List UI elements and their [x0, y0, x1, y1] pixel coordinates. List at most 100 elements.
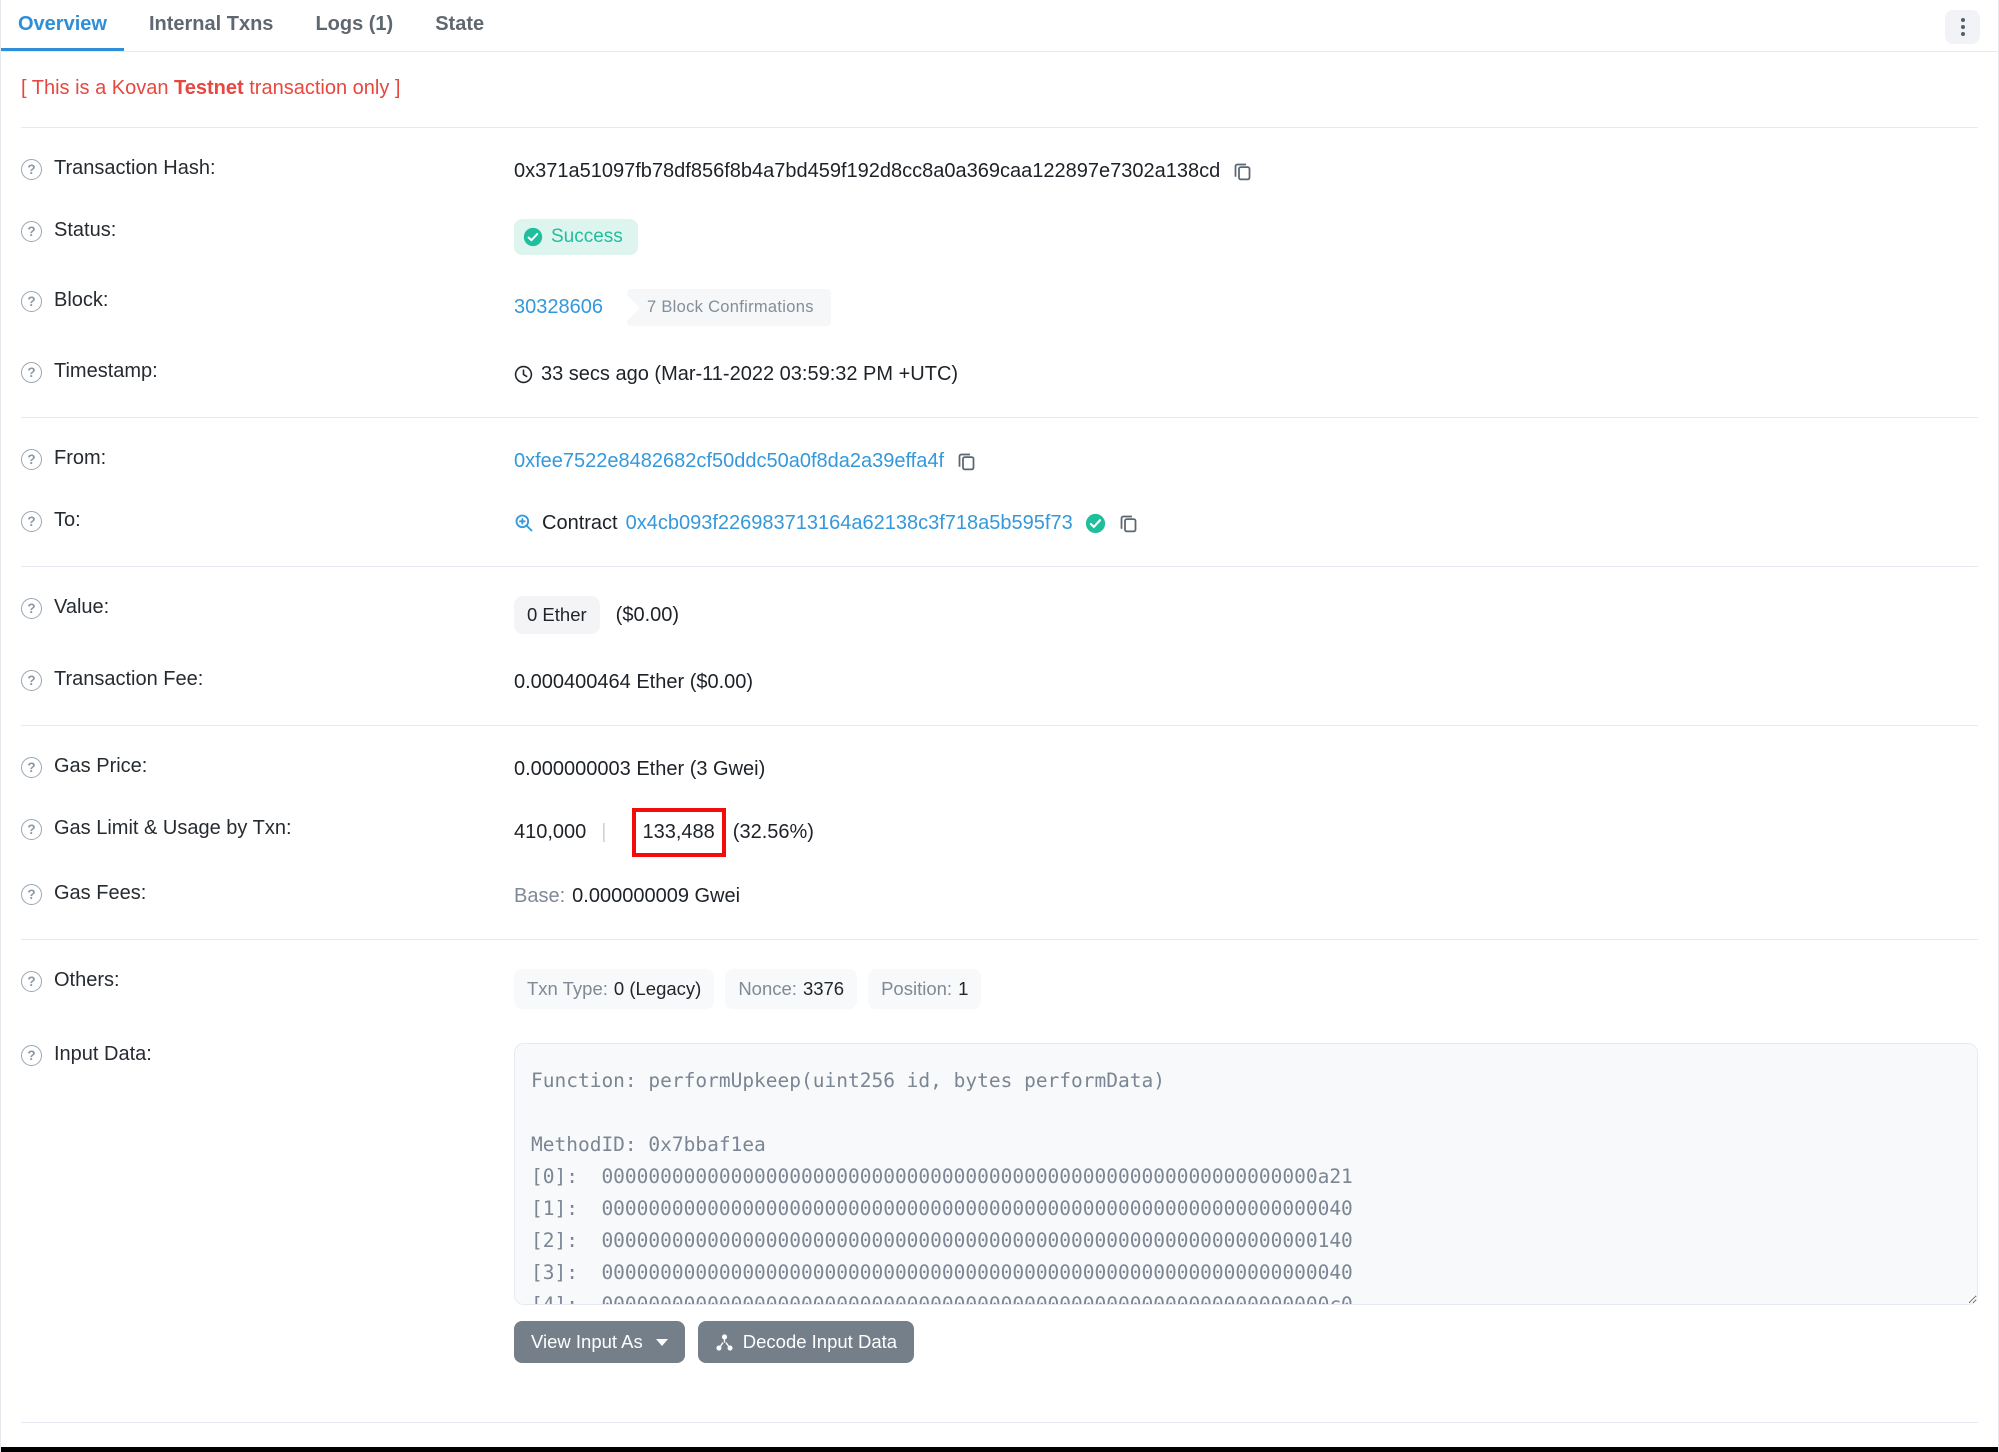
tab-overview[interactable]: Overview	[1, 0, 124, 51]
transaction-hash-value: 0x371a51097fb78df856f8b4a7bd459f192d8cc8…	[514, 159, 1221, 182]
row-label-text: To:	[54, 509, 81, 531]
input-data-actions: View Input As Decode Input Data	[514, 1321, 1978, 1363]
transaction-fee-value: 0.000400464 Ether ($0.00)	[514, 670, 754, 693]
verified-check-icon	[1085, 513, 1105, 533]
base-fee-value: 0.000000009 Gwei	[572, 884, 741, 907]
help-icon[interactable]	[21, 221, 42, 242]
testnet-notice: [ This is a Kovan Testnet transaction on…	[21, 77, 1978, 100]
help-icon[interactable]	[21, 449, 42, 470]
copy-icon	[1234, 163, 1251, 180]
row-timestamp: Timestamp: 33 secs ago (Mar-11-2022 03:5…	[21, 343, 1978, 405]
nonce-badge: Nonce: 3376	[725, 969, 858, 1009]
badge-value: 1	[958, 978, 969, 999]
help-icon[interactable]	[21, 670, 42, 691]
help-icon[interactable]	[21, 971, 42, 992]
timestamp-value: 33 secs ago (Mar-11-2022 03:59:32 PM +UT…	[541, 362, 959, 385]
section-value: Value: 0 Ether ($0.00) Transaction Fee: …	[21, 567, 1978, 725]
tab-logs[interactable]: Logs (1)	[298, 0, 410, 51]
tab-state[interactable]: State	[418, 0, 501, 51]
row-others: Others: Txn Type:0 (Legacy) Nonce:3376 P…	[21, 952, 1978, 1026]
row-label-text: Block:	[54, 289, 109, 311]
gas-usage-value: 133,488	[642, 821, 715, 843]
copy-icon	[958, 453, 975, 470]
section-parties: From: 0xfee7522e8482682cf50ddc50a0f8da2a…	[21, 418, 1978, 566]
badge-value: 3376	[802, 978, 845, 999]
overview-content: [ This is a Kovan Testnet transaction on…	[1, 77, 1998, 1423]
status-badge: Success	[514, 219, 638, 255]
help-icon[interactable]	[21, 884, 42, 905]
badge-label: Nonce:	[738, 978, 797, 999]
section-gas: Gas Price: 0.000000003 Ether (3 Gwei) Ga…	[21, 726, 1978, 939]
button-label: View Input As	[531, 1331, 643, 1352]
check-circle-icon	[523, 227, 543, 247]
view-input-as-button[interactable]: View Input As	[514, 1321, 685, 1363]
section-summary: Transaction Hash: 0x371a51097fb78df856f8…	[21, 128, 1978, 417]
copy-to-button[interactable]	[1118, 513, 1139, 534]
transaction-overview-page: Overview Internal Txns Logs (1) State [ …	[0, 0, 1999, 1452]
row-label-text: Gas Limit & Usage by Txn:	[54, 817, 292, 839]
help-icon[interactable]	[21, 291, 42, 312]
copy-icon	[1120, 515, 1137, 532]
kebab-icon	[1960, 18, 1965, 22]
gas-limit-value: 410,000	[514, 821, 587, 843]
base-fee-label: Base:	[514, 884, 566, 907]
row-gas-price: Gas Price: 0.000000003 Ether (3 Gwei)	[21, 738, 1978, 800]
help-icon[interactable]	[21, 1045, 42, 1066]
to-address-link[interactable]: 0x4cb093f226983713164a62138c3f718a5b595f…	[626, 512, 1073, 535]
section-others: Others: Txn Type:0 (Legacy) Nonce:3376 P…	[21, 940, 1978, 1392]
status-text: Success	[551, 226, 623, 247]
chevron-down-icon	[655, 1338, 668, 1346]
badge-label: Txn Type:	[527, 978, 608, 999]
notice-bold: Testnet	[174, 77, 244, 99]
decode-input-data-button[interactable]: Decode Input Data	[697, 1321, 915, 1363]
row-gas-fees: Gas Fees: Base: 0.000000009 Gwei	[21, 865, 1978, 927]
help-icon[interactable]	[21, 362, 42, 383]
notice-prefix: [ This is a Kovan	[21, 77, 175, 99]
row-label-text: Gas Price:	[54, 755, 148, 777]
row-transaction-hash: Transaction Hash: 0x371a51097fb78df856f8…	[21, 140, 1978, 202]
badge-label: Position:	[881, 978, 953, 999]
badge-value: 0 (Legacy)	[613, 978, 702, 999]
ether-value-badge: 0 Ether	[514, 596, 600, 634]
kebab-menu-button[interactable]	[1945, 10, 1980, 44]
button-label: Decode Input Data	[742, 1331, 898, 1352]
divider	[21, 1422, 1978, 1423]
help-icon[interactable]	[21, 757, 42, 778]
row-to: To: Contract 0x4cb093f226983713164a62138…	[21, 492, 1978, 554]
help-icon[interactable]	[21, 511, 42, 532]
row-transaction-fee: Transaction Fee: 0.000400464 Ether ($0.0…	[21, 651, 1978, 713]
row-block: Block: 30328606 7 Block Confirmations	[21, 272, 1978, 343]
input-data-textarea[interactable]	[514, 1043, 1978, 1305]
help-icon[interactable]	[21, 159, 42, 180]
txn-type-badge: Txn Type: 0 (Legacy)	[514, 969, 715, 1009]
row-label-text: Transaction Fee:	[54, 668, 204, 690]
usd-value: ($0.00)	[615, 603, 680, 626]
gas-price-value: 0.000000003 Ether (3 Gwei)	[514, 757, 766, 780]
help-icon[interactable]	[21, 598, 42, 619]
tab-internal-txns[interactable]: Internal Txns	[132, 0, 290, 51]
gas-usage-percent: (32.56%)	[732, 821, 814, 843]
to-contract-label: Contract	[542, 511, 618, 534]
block-confirmations-badge: 7 Block Confirmations	[626, 289, 831, 326]
row-label-text: From:	[54, 447, 107, 469]
window-bottom-edge	[1, 1447, 1998, 1452]
zoom-in-icon[interactable]	[514, 513, 534, 533]
row-gas-limit-usage: Gas Limit & Usage by Txn: 410,000 | 133,…	[21, 800, 1978, 865]
row-input-data: Input Data: View Input As Decode Input D…	[21, 1026, 1978, 1380]
row-label-text: Value:	[54, 596, 110, 618]
help-icon[interactable]	[21, 819, 42, 840]
row-label-text: Gas Fees:	[54, 882, 147, 904]
from-address-link[interactable]: 0xfee7522e8482682cf50ddc50a0f8da2a39effa…	[514, 450, 944, 473]
copy-hash-button[interactable]	[1232, 161, 1253, 182]
notice-suffix: transaction only ]	[243, 77, 401, 99]
block-number-link[interactable]: 30328606	[514, 296, 603, 319]
row-label-text: Input Data:	[54, 1043, 152, 1065]
row-status: Status: Success	[21, 202, 1978, 272]
row-value: Value: 0 Ether ($0.00)	[21, 579, 1978, 651]
copy-from-button[interactable]	[956, 451, 977, 472]
clock-icon	[514, 365, 533, 383]
row-label-text: Others:	[54, 969, 120, 991]
row-label-text: Timestamp:	[54, 360, 158, 382]
separator: |	[601, 821, 607, 843]
decode-icon	[716, 1333, 733, 1351]
